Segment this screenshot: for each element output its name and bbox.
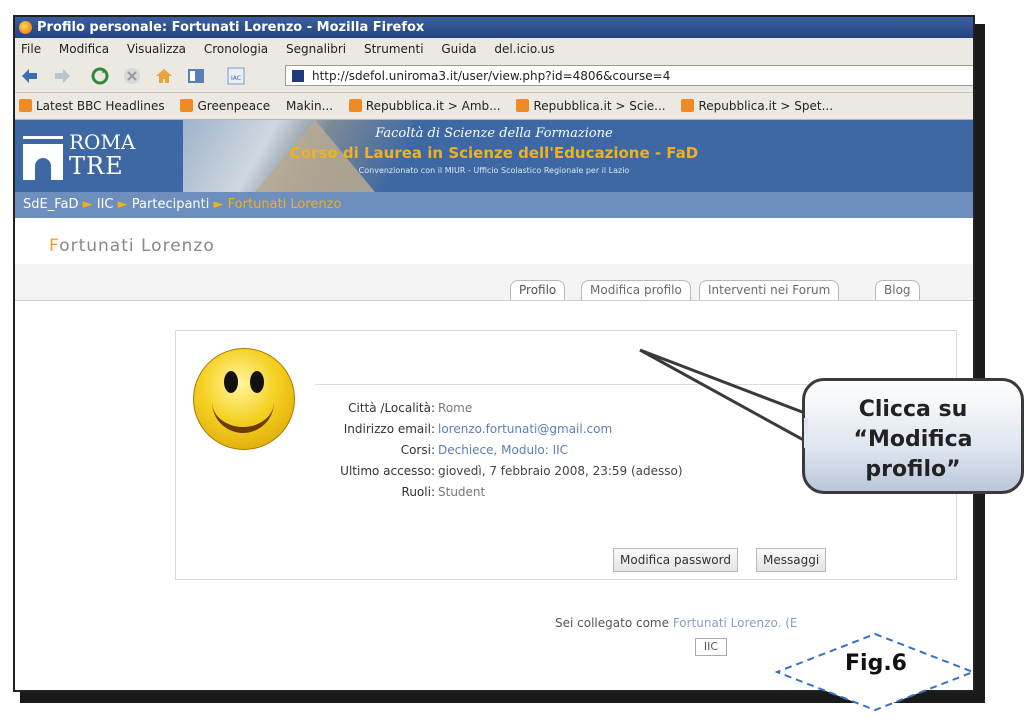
field-city: Città /Località: Rome <box>348 401 473 415</box>
change-password-button[interactable]: Modifica password <box>613 548 738 572</box>
login-info: Sei collegato come Fortunati Lorenzo. (E <box>555 616 798 630</box>
course-link[interactable]: Dechiece, Modulo: IIC <box>438 443 568 457</box>
menu-segnalibri[interactable]: Segnalibri <box>286 42 346 56</box>
field-courses: Corsi: Dechiece, Modulo: IIC <box>400 443 569 457</box>
rss-icon <box>180 99 194 112</box>
menu-delicious[interactable]: del.icio.us <box>494 42 554 56</box>
rss-icon <box>348 99 362 112</box>
home-icon[interactable] <box>155 67 173 85</box>
iac-icon[interactable]: IAC <box>227 67 245 85</box>
url-text: http://sdefol.uniroma3.it/user/view.php?… <box>312 69 671 83</box>
callout-box: Clicca su “Modifica profilo” <box>802 378 1024 494</box>
menu-file[interactable]: File <box>21 42 41 56</box>
tab-modifica-profilo[interactable]: Modifica profilo <box>581 280 691 300</box>
menu-guida[interactable]: Guida <box>441 42 476 56</box>
figure-label: Fig.6 <box>845 651 907 676</box>
banner-note: Convenzionato con il MIUR - Ufficio Scol… <box>358 166 630 175</box>
window-title: Profilo personale: Fortunati Lorenzo - M… <box>37 20 425 35</box>
messages-button[interactable]: Messaggi <box>756 548 827 572</box>
rss-icon <box>19 99 32 112</box>
profile-tabs: Profilo Modifica profilo Interventi nei … <box>15 264 973 301</box>
rss-icon <box>516 99 530 112</box>
menu-visualizza[interactable]: Visualizza <box>127 42 186 56</box>
bookmark-repubblica-scie[interactable]: Repubblica.it > Scie... <box>516 93 666 119</box>
page-title: Fortunati Lorenzo <box>49 236 215 256</box>
site-favicon <box>292 70 304 82</box>
field-email: Indirizzo email: lorenzo.fortunati@gmail.… <box>343 422 613 436</box>
bookmark-greenpeace[interactable]: Greenpeace <box>180 93 270 119</box>
menu-bar: File Modifica Visualizza Cronologia Segn… <box>15 38 973 60</box>
tab-profilo[interactable]: Profilo <box>510 280 566 300</box>
bookmark-repubblica-amb[interactable]: Repubblica.it > Amb... <box>348 93 501 119</box>
browser-window: Profilo personale: Fortunati Lorenzo - M… <box>13 15 975 692</box>
navigation-toolbar: IAC http://sdefol.uniroma3.it/user/view.… <box>15 60 973 93</box>
logged-user-link[interactable]: Fortunati Lorenzo. (E <box>673 616 798 630</box>
site-banner: ROMA TRE Facoltà di Scienze della Formaz… <box>15 120 973 192</box>
course-title: Corso di Laurea in Scienze dell'Educazio… <box>289 144 699 162</box>
svg-text:IAC: IAC <box>231 75 241 82</box>
avatar-eye <box>224 371 238 393</box>
back-icon[interactable] <box>21 67 39 85</box>
profile-fields: Città /Località: Rome Indirizzo email: lor… <box>185 398 885 503</box>
bookmark-bbc[interactable]: Latest BBC Headlines <box>19 93 165 119</box>
field-last-access: Ultimo accesso: giovedì, 7 febbraio 2008,… <box>340 464 683 478</box>
sidebar-icon[interactable] <box>187 67 205 85</box>
firefox-icon <box>19 21 32 34</box>
menu-strumenti[interactable]: Strumenti <box>364 42 424 56</box>
menu-modifica[interactable]: Modifica <box>59 42 109 56</box>
course-home-button[interactable]: IIC <box>695 638 727 656</box>
breadcrumb: SdE_FaD ► IIC ► Partecipanti ► Fortunati… <box>15 192 973 218</box>
title-bar: Profilo personale: Fortunati Lorenzo - M… <box>15 17 973 38</box>
reload-icon[interactable] <box>91 67 109 85</box>
tab-interventi-forum[interactable]: Interventi nei Forum <box>699 280 840 300</box>
avatar-eye <box>250 371 264 393</box>
bookmark-repubblica-spet[interactable]: Repubblica.it > Spet... <box>681 93 833 119</box>
field-roles: Ruoli: Student <box>401 485 486 499</box>
forward-icon[interactable] <box>53 67 71 85</box>
breadcrumb-iic[interactable]: IIC <box>97 197 114 212</box>
stop-icon[interactable] <box>123 67 141 85</box>
bookmark-makin[interactable]: Makin... <box>286 93 333 119</box>
tab-blog[interactable]: Blog <box>875 280 920 300</box>
rss-icon <box>681 99 695 112</box>
bookmarks-toolbar: Latest BBC Headlines Greenpeace Makin...… <box>15 93 973 120</box>
breadcrumb-sde[interactable]: SdE_FaD <box>23 197 78 212</box>
email-link[interactable]: lorenzo.fortunati@gmail.com <box>438 422 612 436</box>
faculty-title: Facoltà di Scienze della Formazione <box>375 126 613 141</box>
address-bar[interactable]: http://sdefol.uniroma3.it/user/view.php?… <box>285 65 973 86</box>
breadcrumb-partecipanti[interactable]: Partecipanti <box>132 197 210 212</box>
breadcrumb-current: Fortunati Lorenzo <box>227 197 342 212</box>
menu-cronologia[interactable]: Cronologia <box>204 42 268 56</box>
